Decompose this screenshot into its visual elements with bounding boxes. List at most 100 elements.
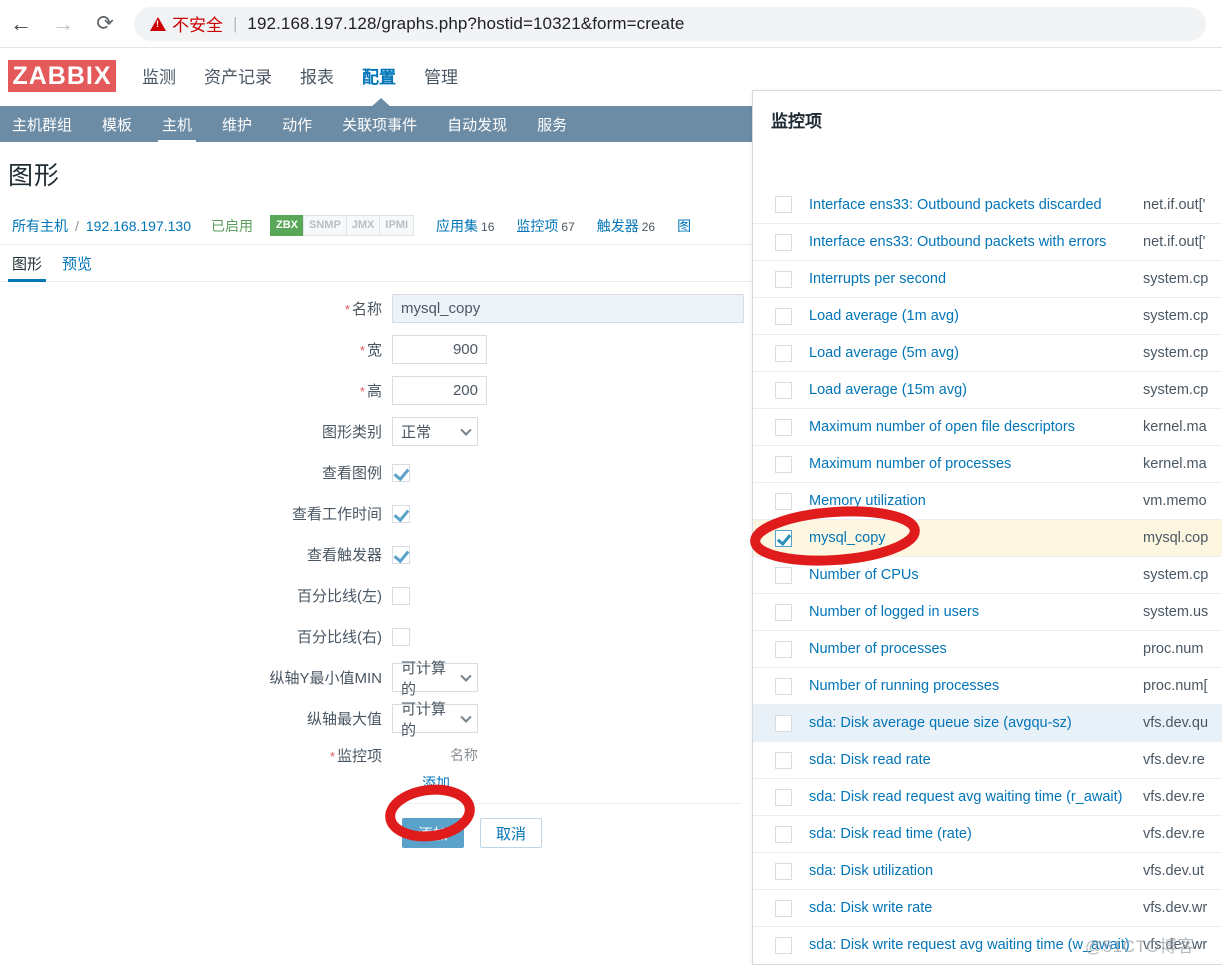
item-row-checkbox[interactable] bbox=[775, 751, 792, 769]
item-row-checkbox[interactable] bbox=[775, 307, 792, 325]
item-row-checkbox[interactable] bbox=[775, 714, 792, 732]
item-row-checkbox[interactable] bbox=[775, 270, 792, 288]
item-row-checkbox[interactable] bbox=[775, 566, 792, 584]
items-add-link[interactable]: 添加 bbox=[422, 775, 450, 791]
item-row[interactable]: sda: Disk write rate vfs.dev.wr bbox=[753, 889, 1222, 926]
item-row-checkbox[interactable] bbox=[775, 529, 792, 547]
subnav-item-correlation[interactable]: 关联项事件 bbox=[338, 107, 421, 142]
item-row[interactable]: Interrupts per second system.cp bbox=[753, 260, 1222, 297]
reload-icon[interactable]: ⟳ bbox=[84, 3, 126, 45]
item-row-checkbox[interactable] bbox=[775, 936, 792, 954]
item-row-name[interactable]: sda: Disk utilization bbox=[809, 863, 933, 879]
percentile-right-checkbox[interactable] bbox=[392, 627, 410, 646]
submit-button[interactable]: 添加 bbox=[402, 818, 464, 848]
item-row-name[interactable]: sda: Disk write rate bbox=[809, 900, 932, 916]
percentile-left-checkbox[interactable] bbox=[392, 586, 410, 605]
item-row-name[interactable]: Maximum number of processes bbox=[809, 456, 1011, 472]
height-input[interactable] bbox=[392, 376, 487, 405]
item-row-name[interactable]: mysql_copy bbox=[809, 530, 886, 546]
top-menu-item-configuration[interactable]: 配置 bbox=[362, 63, 396, 90]
item-row-name[interactable]: Number of CPUs bbox=[809, 567, 919, 583]
top-menu-item-inventory[interactable]: 资产记录 bbox=[204, 63, 272, 90]
breadcrumb-all-hosts[interactable]: 所有主机 bbox=[12, 216, 68, 236]
zabbix-logo[interactable]: ZABBIX bbox=[8, 60, 116, 92]
breadcrumb-applications[interactable]: 应用集 16 bbox=[436, 216, 494, 236]
tab-preview[interactable]: 预览 bbox=[62, 253, 92, 281]
address-bar[interactable]: 不安全 | 192.168.197.128/graphs.php?hostid=… bbox=[134, 6, 1206, 41]
item-row-checkbox[interactable] bbox=[775, 233, 792, 251]
name-input[interactable] bbox=[392, 294, 744, 323]
item-row-checkbox[interactable] bbox=[775, 788, 792, 806]
breadcrumb-host[interactable]: 192.168.197.130 bbox=[86, 218, 191, 234]
item-row[interactable]: sda: Disk read rate vfs.dev.re bbox=[753, 741, 1222, 778]
item-row-name[interactable]: Memory utilization bbox=[809, 493, 926, 509]
item-row[interactable]: Number of processes proc.num bbox=[753, 630, 1222, 667]
arrow-right-icon[interactable]: → bbox=[42, 3, 84, 45]
item-row[interactable]: Load average (15m avg) system.cp bbox=[753, 371, 1222, 408]
arrow-left-icon[interactable]: ← bbox=[0, 3, 42, 45]
insecure-indicator[interactable]: 不安全 bbox=[150, 11, 223, 36]
y-min-select[interactable]: 可计算的 bbox=[392, 660, 478, 698]
item-row[interactable]: Number of running processes proc.num[ bbox=[753, 667, 1222, 704]
item-row-name[interactable]: Interface ens33: Outbound packets with e… bbox=[809, 234, 1106, 250]
subnav-item-host-groups[interactable]: 主机群组 bbox=[8, 107, 76, 142]
subnav-item-hosts[interactable]: 主机 bbox=[158, 107, 197, 143]
item-row[interactable]: Load average (5m avg) system.cp bbox=[753, 334, 1222, 371]
subnav-item-discovery[interactable]: 自动发现 bbox=[443, 107, 511, 142]
item-row-checkbox[interactable] bbox=[775, 825, 792, 843]
top-menu-item-reports[interactable]: 报表 bbox=[300, 63, 334, 90]
show-working-time-checkbox[interactable] bbox=[392, 504, 410, 523]
item-row[interactable]: sda: Disk read time (rate) vfs.dev.re bbox=[753, 815, 1222, 852]
item-row-checkbox[interactable] bbox=[775, 603, 792, 621]
show-triggers-checkbox[interactable] bbox=[392, 545, 410, 564]
item-row-checkbox[interactable] bbox=[775, 640, 792, 658]
item-row-checkbox[interactable] bbox=[775, 455, 792, 473]
subnav-item-actions[interactable]: 动作 bbox=[278, 107, 316, 142]
item-row-checkbox[interactable] bbox=[775, 677, 792, 695]
item-row-checkbox[interactable] bbox=[775, 381, 792, 399]
item-row[interactable]: Interface ens33: Outbound packets discar… bbox=[753, 186, 1222, 223]
item-row-name[interactable]: Number of running processes bbox=[809, 678, 999, 694]
item-row-name[interactable]: Number of processes bbox=[809, 641, 947, 657]
item-row[interactable]: Interface ens33: Outbound packets with e… bbox=[753, 223, 1222, 260]
top-menu-item-monitoring[interactable]: 监测 bbox=[142, 63, 176, 90]
item-row-checkbox[interactable] bbox=[775, 899, 792, 917]
width-input[interactable] bbox=[392, 335, 487, 364]
item-row-name[interactable]: sda: Disk average queue size (avgqu-sz) bbox=[809, 715, 1072, 731]
item-row-name[interactable]: Interrupts per second bbox=[809, 271, 946, 287]
item-row[interactable]: Memory utilization vm.memo bbox=[753, 482, 1222, 519]
item-row[interactable]: sda: Disk utilization vfs.dev.ut bbox=[753, 852, 1222, 889]
item-row[interactable]: sda: Disk read request avg waiting time … bbox=[753, 778, 1222, 815]
item-row-checkbox[interactable] bbox=[775, 418, 792, 436]
breadcrumb-triggers[interactable]: 触发器 26 bbox=[597, 216, 655, 236]
y-max-select[interactable]: 可计算的 bbox=[392, 701, 478, 739]
item-row[interactable]: Load average (1m avg) system.cp bbox=[753, 297, 1222, 334]
item-row[interactable]: Number of logged in users system.us bbox=[753, 593, 1222, 630]
item-row-name[interactable]: Load average (5m avg) bbox=[809, 345, 959, 361]
item-row[interactable]: mysql_copy mysql.cop bbox=[753, 519, 1222, 556]
item-row-name[interactable]: sda: Disk read time (rate) bbox=[809, 826, 972, 842]
item-row-name[interactable]: sda: Disk read request avg waiting time … bbox=[809, 789, 1123, 805]
item-row-name[interactable]: Load average (1m avg) bbox=[809, 308, 959, 324]
item-row-checkbox[interactable] bbox=[775, 862, 792, 880]
item-row-name[interactable]: Load average (15m avg) bbox=[809, 382, 967, 398]
item-row-checkbox[interactable] bbox=[775, 492, 792, 510]
item-row[interactable]: Maximum number of open file descriptors k… bbox=[753, 408, 1222, 445]
subnav-item-maintenance[interactable]: 维护 bbox=[218, 107, 256, 142]
top-menu-item-administration[interactable]: 管理 bbox=[424, 63, 458, 90]
subnav-item-templates[interactable]: 模板 bbox=[98, 107, 136, 142]
item-row-name[interactable]: Interface ens33: Outbound packets discar… bbox=[809, 197, 1102, 213]
item-row-checkbox[interactable] bbox=[775, 196, 792, 213]
item-row-name[interactable]: sda: Disk write request avg waiting time… bbox=[809, 937, 1130, 953]
item-row-name[interactable]: sda: Disk read rate bbox=[809, 752, 931, 768]
item-row-name[interactable]: Maximum number of open file descriptors bbox=[809, 419, 1075, 435]
item-row[interactable]: Maximum number of processes kernel.ma bbox=[753, 445, 1222, 482]
breadcrumb-items[interactable]: 监控项 67 bbox=[516, 216, 574, 236]
graph-type-select[interactable]: 正常 bbox=[392, 417, 478, 446]
subnav-item-services[interactable]: 服务 bbox=[533, 107, 571, 142]
item-row-checkbox[interactable] bbox=[775, 344, 792, 362]
item-row[interactable]: Number of CPUs system.cp bbox=[753, 556, 1222, 593]
tab-graph[interactable]: 图形 bbox=[7, 253, 47, 282]
item-row[interactable]: sda: Disk average queue size (avgqu-sz) v… bbox=[753, 704, 1222, 741]
cancel-button[interactable]: 取消 bbox=[480, 818, 542, 848]
